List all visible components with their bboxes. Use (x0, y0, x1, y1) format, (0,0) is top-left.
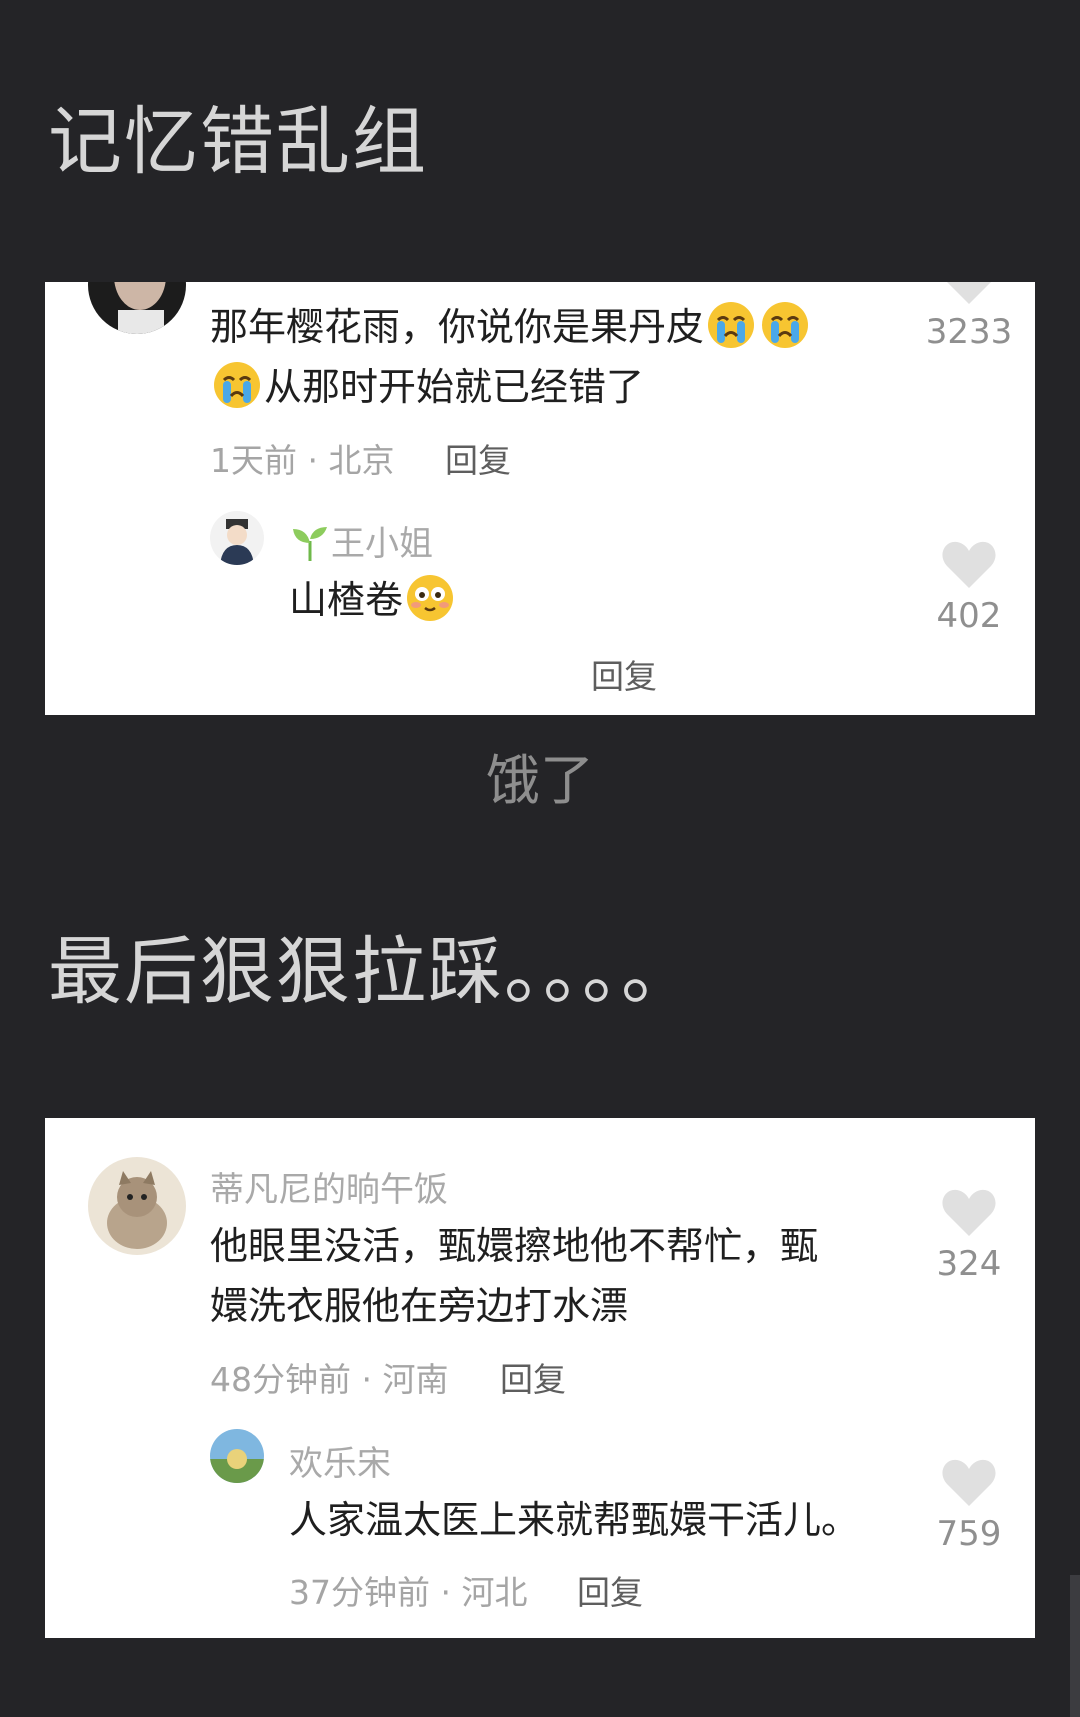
avatar[interactable] (88, 1157, 186, 1255)
scrollbar[interactable] (1070, 1575, 1080, 1717)
comment-text: 那年樱花雨，你说你是果丹皮 从那时开始就已经错了 (210, 297, 850, 417)
avatar[interactable] (88, 282, 186, 334)
crying-emoji-icon (708, 302, 755, 348)
comment-meta: 48分钟前 · 河南 (210, 1360, 449, 1399)
comment-username[interactable]: 蒂凡尼的晌午饭 (210, 1162, 448, 1211)
section-heading-memory-confusion: 记忆错乱组 (48, 99, 428, 185)
heart-icon[interactable] (941, 282, 997, 306)
reply-button[interactable]: 回复 (445, 434, 511, 482)
reply-meta: 37分钟前 · 河北 (289, 1573, 528, 1612)
like-count: 402 (936, 596, 1002, 636)
reply-avatar[interactable] (210, 511, 264, 565)
caption-hungry: 饿了 (486, 749, 594, 812)
reply-username[interactable]: 王小姐 (289, 516, 433, 565)
comment-meta: 1天前 · 北京 (210, 441, 395, 480)
comment-card-2: 蒂凡尼的晌午饭 他眼里没活，甄嬛擦地他不帮忙，甄 嬛洗衣服他在旁边打水漂 48分… (45, 1118, 1035, 1638)
section-heading-final-comparison: 最后狠狠拉踩。。。。 (48, 929, 697, 1015)
like-control[interactable]: 402 (914, 540, 1024, 636)
sprout-icon (293, 527, 327, 561)
crying-emoji-icon (214, 362, 260, 408)
comment-text: 他眼里没活，甄嬛擦地他不帮忙，甄 嬛洗衣服他在旁边打水漂 (210, 1224, 819, 1328)
heart-icon[interactable] (941, 1188, 997, 1238)
reply-text: 人家温太医上来就帮甄嬛干活儿。 (289, 1498, 860, 1542)
heart-icon[interactable] (941, 1458, 997, 1508)
reply-text: 山楂卷 (289, 570, 457, 630)
reply-button[interactable]: 回复 (500, 1353, 566, 1401)
like-control[interactable]: 324 (914, 1188, 1024, 1284)
like-count: 759 (936, 1514, 1002, 1554)
reply-avatar[interactable] (210, 1429, 264, 1483)
like-control[interactable]: 759 (914, 1458, 1024, 1554)
comment-card-1: 那年樱花雨，你说你是果丹皮 从那时开始就已经错了 1天前 · 北京 回复 323… (45, 282, 1035, 715)
like-count: 324 (936, 1244, 1002, 1284)
reply-username[interactable]: 欢乐宋 (289, 1436, 391, 1485)
reply-button[interactable]: 回复 (591, 650, 657, 698)
reply-button[interactable]: 回复 (577, 1566, 643, 1614)
blushing-emoji-icon (407, 575, 454, 621)
crying-emoji-icon (762, 302, 809, 348)
heart-icon[interactable] (941, 540, 997, 590)
like-control[interactable]: 3233 (914, 282, 1024, 352)
like-count: 3233 (925, 312, 1013, 352)
